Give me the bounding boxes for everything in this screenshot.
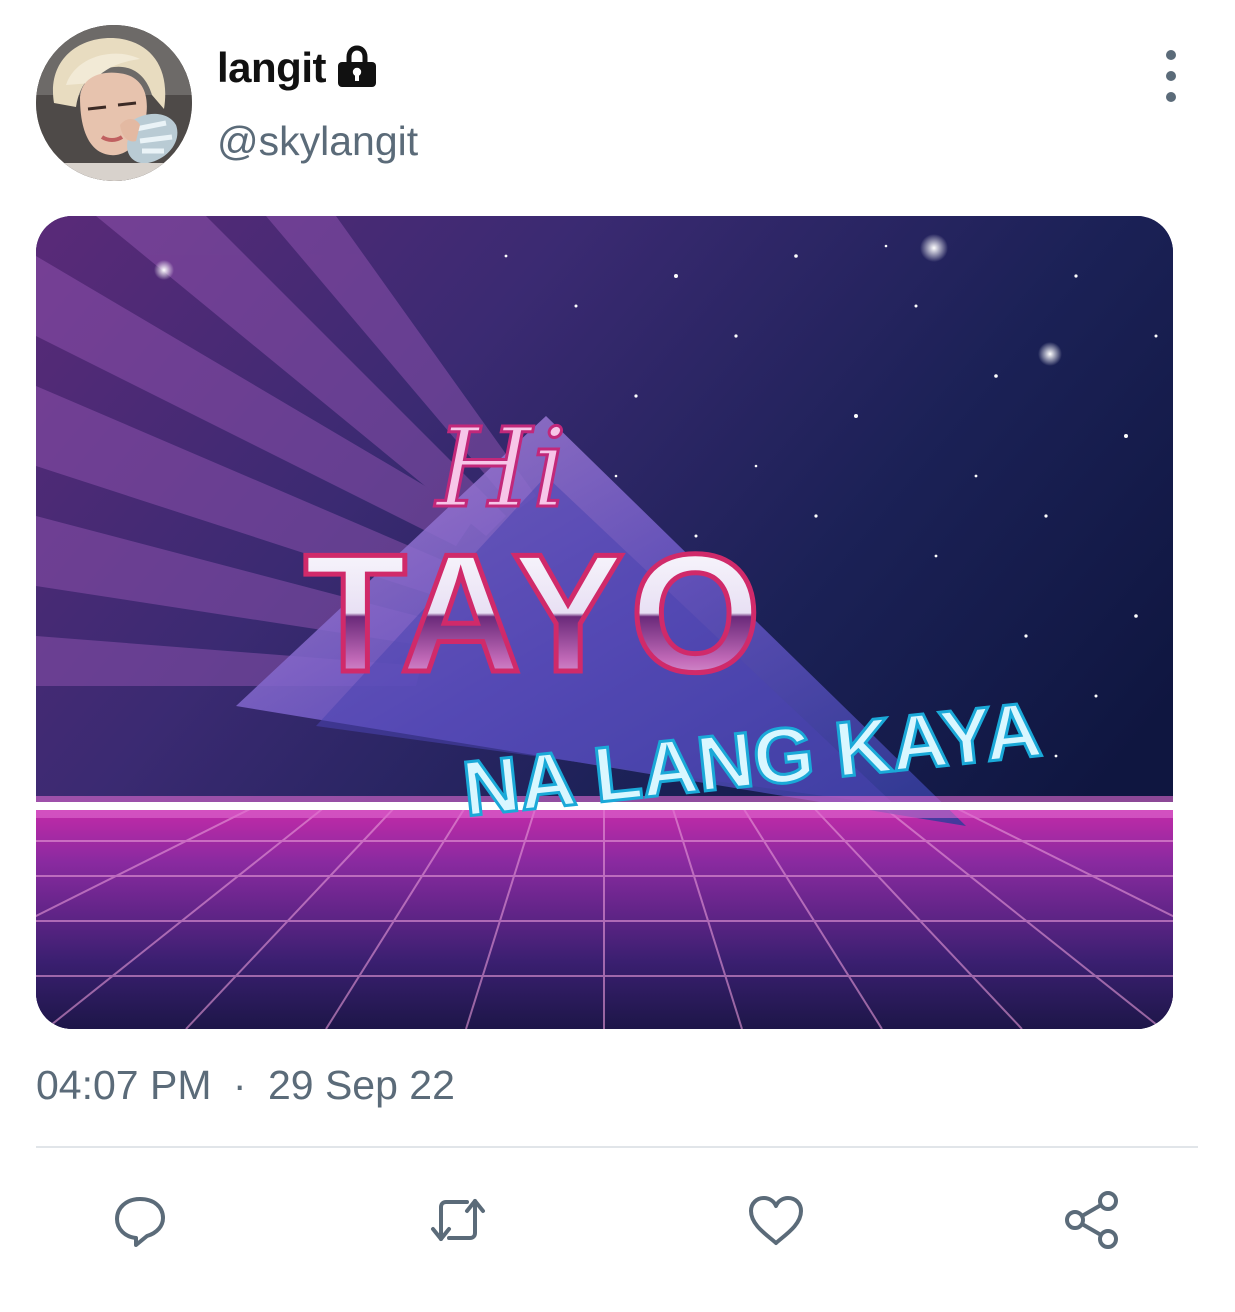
- handle[interactable]: @skylangit: [217, 118, 418, 165]
- tweet-date: 29 Sep 22: [267, 1062, 455, 1108]
- author-name-row: langit: [217, 40, 380, 96]
- heart-icon: [749, 1196, 803, 1245]
- avatar[interactable]: [36, 25, 192, 181]
- tweet-timestamp[interactable]: 04:07 PM · 29 Sep 22: [36, 1062, 455, 1109]
- reply-icon: [115, 1197, 165, 1247]
- reply-button[interactable]: [100, 1180, 180, 1260]
- lock-icon: [338, 45, 376, 87]
- media-text-line1: Hi: [434, 404, 567, 532]
- synthwave-image: Hi TAYO NA LANG KAYA: [36, 216, 1173, 1029]
- media-text-line2: TAYO: [304, 519, 767, 707]
- more-vertical-icon[interactable]: [1150, 50, 1192, 102]
- avatar-image: [36, 25, 192, 181]
- divider: [36, 1146, 1198, 1148]
- tweet-actions: [0, 1180, 1235, 1260]
- timestamp-separator: ·: [232, 1062, 247, 1108]
- like-button[interactable]: [736, 1180, 816, 1260]
- retweet-icon: [431, 1199, 485, 1241]
- share-icon: [1065, 1191, 1118, 1249]
- display-name[interactable]: langit: [217, 44, 327, 92]
- share-button[interactable]: [1052, 1180, 1132, 1260]
- tweet-media-image[interactable]: Hi TAYO NA LANG KAYA: [36, 216, 1173, 1029]
- tweet-card: langit @skylangit Hi TAYO NA LANG KAYA 0…: [0, 0, 1235, 1312]
- tweet-time: 04:07 PM: [36, 1062, 212, 1108]
- retweet-button[interactable]: [418, 1180, 498, 1260]
